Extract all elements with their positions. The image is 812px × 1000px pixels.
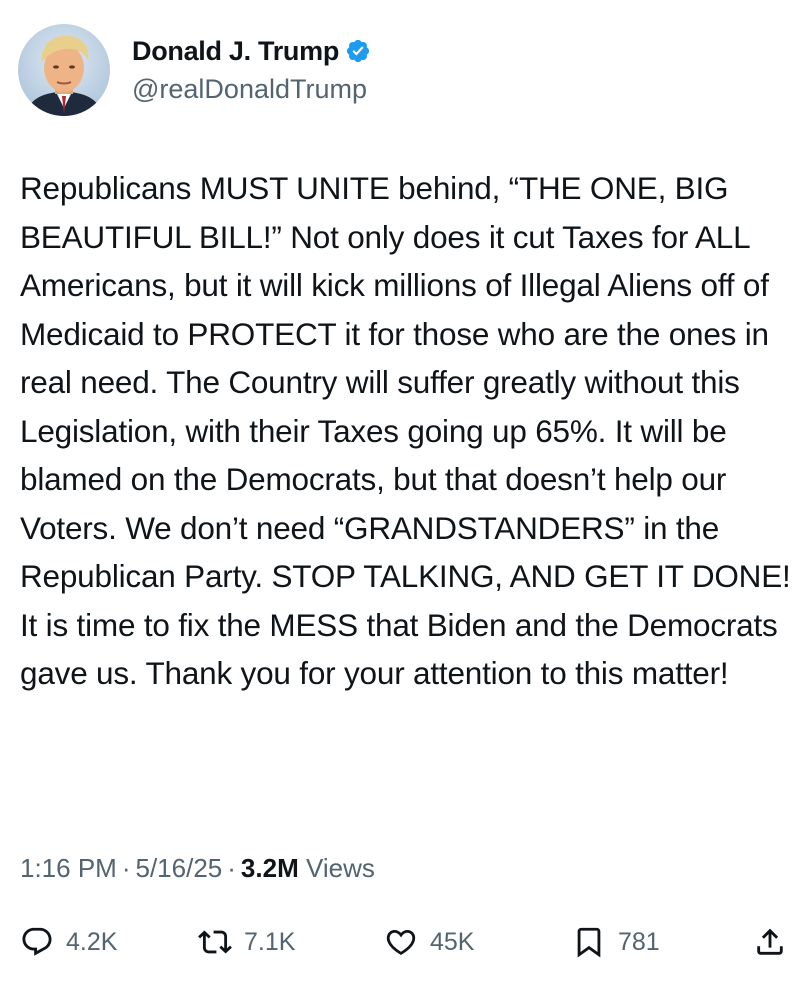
views-label: Views (305, 853, 375, 883)
tweet-meta: 1:16 PM · 5/16/25 · 3.2M Views (20, 848, 375, 888)
display-name[interactable]: Donald J. Trump (132, 34, 339, 68)
author-names: Donald J. Trump @realDonaldTrump (132, 34, 371, 106)
tweet-header: Donald J. Trump @realDonaldTrump (18, 24, 371, 116)
author-handle[interactable]: @realDonaldTrump (132, 72, 371, 106)
like-count: 45K (430, 927, 475, 956)
avatar[interactable] (18, 24, 110, 116)
heart-icon (384, 925, 418, 959)
tweet-time[interactable]: 1:16 PM (20, 853, 117, 883)
repost-icon (198, 925, 232, 959)
meta-separator: · (121, 853, 131, 883)
action-bar: 4.2K 7.1K 45K 781 (20, 920, 792, 964)
bookmark-button[interactable]: 781 (572, 920, 660, 964)
reply-icon (20, 925, 54, 959)
share-button[interactable] (753, 920, 787, 964)
bookmark-icon (572, 925, 606, 959)
share-icon (753, 925, 787, 959)
name-row: Donald J. Trump (132, 34, 371, 68)
verified-badge-icon[interactable] (345, 38, 371, 64)
tweet-date[interactable]: 5/16/25 (136, 853, 223, 883)
reply-button[interactable]: 4.2K (20, 920, 117, 964)
meta-separator: · (227, 853, 236, 883)
repost-count: 7.1K (244, 927, 296, 956)
bookmark-count: 781 (618, 927, 660, 956)
repost-button[interactable]: 7.1K (198, 920, 295, 964)
tweet-text: Republicans MUST UNITE behind, “THE ONE,… (20, 170, 791, 691)
reply-count: 4.2K (66, 927, 118, 956)
like-button[interactable]: 45K (384, 920, 474, 964)
views-count: 3.2M (240, 853, 299, 883)
